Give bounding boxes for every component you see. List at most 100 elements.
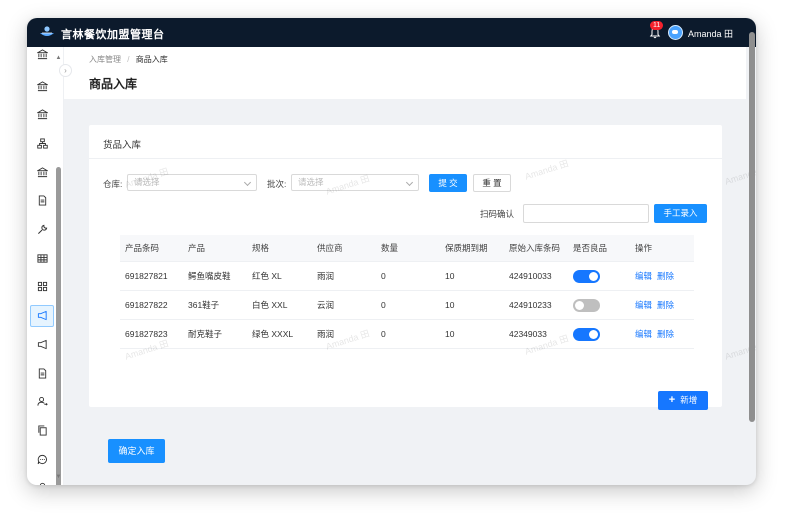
sidebar-item-4[interactable]: [30, 132, 54, 154]
sound-icon: [37, 339, 47, 349]
sound-icon: [37, 311, 47, 321]
sidebar-item-12[interactable]: [30, 362, 54, 384]
batch-placeholder: 请选择: [298, 177, 324, 187]
sidebar-item-1[interactable]: [30, 47, 54, 61]
column-header: 数量: [381, 243, 399, 253]
is-good-toggle[interactable]: [573, 269, 600, 283]
cell-expiry: 10: [445, 300, 455, 310]
cell-product: 耐克鞋子: [188, 329, 223, 339]
page-header: 入库管理 / 商品入库 商品入库: [64, 47, 746, 99]
cell-origin-barcode: 42349033: [509, 329, 547, 339]
sidebar-item-11[interactable]: [30, 333, 54, 355]
scroll-up-icon[interactable]: ▲: [55, 55, 62, 61]
is-good-toggle[interactable]: [573, 327, 600, 341]
cell-spec: 白色 XXL: [252, 300, 288, 310]
edit-link[interactable]: 编辑: [635, 270, 652, 282]
cell-quantity: 0: [381, 271, 386, 281]
sidebar-item-5[interactable]: [30, 161, 54, 183]
table-row: 691827823 耐克鞋子 绿色 XXXL 雨润 0 10 42349033 编辑 删除: [120, 320, 694, 349]
avatar[interactable]: [668, 25, 683, 40]
cell-supplier: 雨润: [317, 329, 335, 339]
table-icon: [36, 254, 48, 263]
edit-link[interactable]: 编辑: [635, 299, 652, 311]
sidebar-item-6[interactable]: [30, 190, 54, 212]
page-scrollbar[interactable]: [749, 32, 755, 422]
manual-entry-button[interactable]: 手工录入: [654, 204, 707, 223]
sidebar-item-14[interactable]: [30, 419, 54, 441]
column-header: 产品: [188, 243, 206, 253]
sidebar-item-8[interactable]: [30, 247, 54, 269]
column-header: 保质期到期: [445, 243, 488, 253]
delete-link[interactable]: 删除: [657, 270, 674, 282]
cell-origin-barcode: 424910233: [509, 300, 552, 310]
appstore-icon: [37, 282, 47, 292]
breadcrumb-current: 商品入库: [135, 55, 168, 64]
cell-expiry: 10: [445, 329, 455, 339]
toggle-knob: [575, 300, 584, 310]
sidebar-item-9[interactable]: [30, 276, 54, 298]
cell-expiry: 10: [445, 271, 455, 281]
bank-icon: [36, 48, 48, 59]
user-name[interactable]: Amanda 田: [688, 27, 733, 40]
cell-is-good: [573, 320, 600, 348]
breadcrumb: 入库管理 / 商品入库: [89, 54, 168, 65]
bank-icon: [36, 166, 48, 177]
table-header: 产品条码 产品 规格 供应商 数量 保质期到期 原始入库条码 是否良品 操作: [120, 235, 694, 262]
toggle-knob: [589, 271, 598, 281]
sidebar-item-3[interactable]: [30, 104, 54, 126]
sidebar-item-13[interactable]: [30, 391, 54, 413]
column-header: 供应商: [317, 243, 343, 253]
collapse-sidebar-button[interactable]: ›: [59, 64, 72, 77]
column-header: 规格: [252, 243, 270, 253]
sidebar-item-16[interactable]: [30, 477, 54, 485]
chevron-down-icon: [405, 178, 414, 187]
app-window: 言林餐饮加盟管理台 11 Amanda 田 ▲ ▼ › 入库管理 / 商品入库 …: [27, 18, 756, 485]
cell-product: 鳄鱼嘴皮鞋: [188, 271, 231, 281]
bank-icon: [36, 109, 48, 120]
breadcrumb-parent[interactable]: 入库管理: [89, 55, 121, 64]
notification-badge: 11: [650, 21, 664, 30]
cell-origin-barcode: 424910033: [509, 271, 552, 281]
warehouse-select[interactable]: 请选择: [127, 174, 257, 191]
page-title: 商品入库: [89, 77, 138, 91]
plus-icon: +: [668, 394, 676, 406]
scan-input[interactable]: [523, 204, 649, 223]
card-title: 货品入库: [103, 140, 142, 151]
sidebar-item-15[interactable]: [30, 448, 54, 470]
cell-actions: 编辑 删除: [635, 262, 679, 290]
table-row: 691827821 鳄鱼嘴皮鞋 红色 XL 雨润 0 10 424910033 编辑 删除: [120, 262, 694, 291]
app-title: 言林餐饮加盟管理台: [61, 29, 165, 41]
sidebar-item-7[interactable]: [30, 219, 54, 241]
cell-product: 361鞋子: [188, 300, 220, 310]
table-row: 691827822 361鞋子 白色 XXL 云润 0 10 424910233 编辑 删除: [120, 291, 694, 320]
warehouse-label: 仓库:: [103, 179, 123, 189]
submit-button[interactable]: 提 交: [429, 174, 467, 192]
cell-barcode: 691827823: [125, 329, 168, 339]
wrench-icon: [37, 224, 47, 234]
bank-icon: [36, 80, 48, 91]
is-good-toggle[interactable]: [573, 298, 600, 312]
reset-button[interactable]: 重 置: [473, 174, 511, 192]
top-bar: 言林餐饮加盟管理台 11 Amanda 田: [27, 18, 756, 47]
chevron-down-icon: [243, 178, 252, 187]
edit-link[interactable]: 编辑: [635, 328, 652, 340]
batch-select[interactable]: 请选择: [291, 174, 419, 191]
add-row-label: 新增: [680, 395, 698, 405]
delete-link[interactable]: 删除: [657, 328, 674, 340]
sidebar-item-2[interactable]: [30, 75, 54, 97]
scroll-down-icon[interactable]: ▼: [55, 474, 62, 480]
user-icon: [39, 483, 45, 485]
scan-label: 扫码确认: [480, 209, 515, 219]
toggle-knob: [589, 329, 598, 339]
delete-link[interactable]: 删除: [657, 299, 674, 311]
cell-barcode: 691827821: [125, 271, 168, 281]
confirm-inbound-button[interactable]: 确定入库: [108, 439, 165, 463]
cell-is-good: [573, 291, 600, 319]
add-row-button[interactable]: + 新增: [658, 391, 708, 410]
cell-barcode: 691827822: [125, 300, 168, 310]
sidebar-scrollbar[interactable]: [56, 167, 61, 485]
batch-label: 批次:: [267, 179, 287, 189]
user-switch-icon: [36, 397, 48, 406]
sidebar: ▲ ▼: [27, 47, 64, 485]
sidebar-item-10[interactable]: [30, 304, 54, 327]
